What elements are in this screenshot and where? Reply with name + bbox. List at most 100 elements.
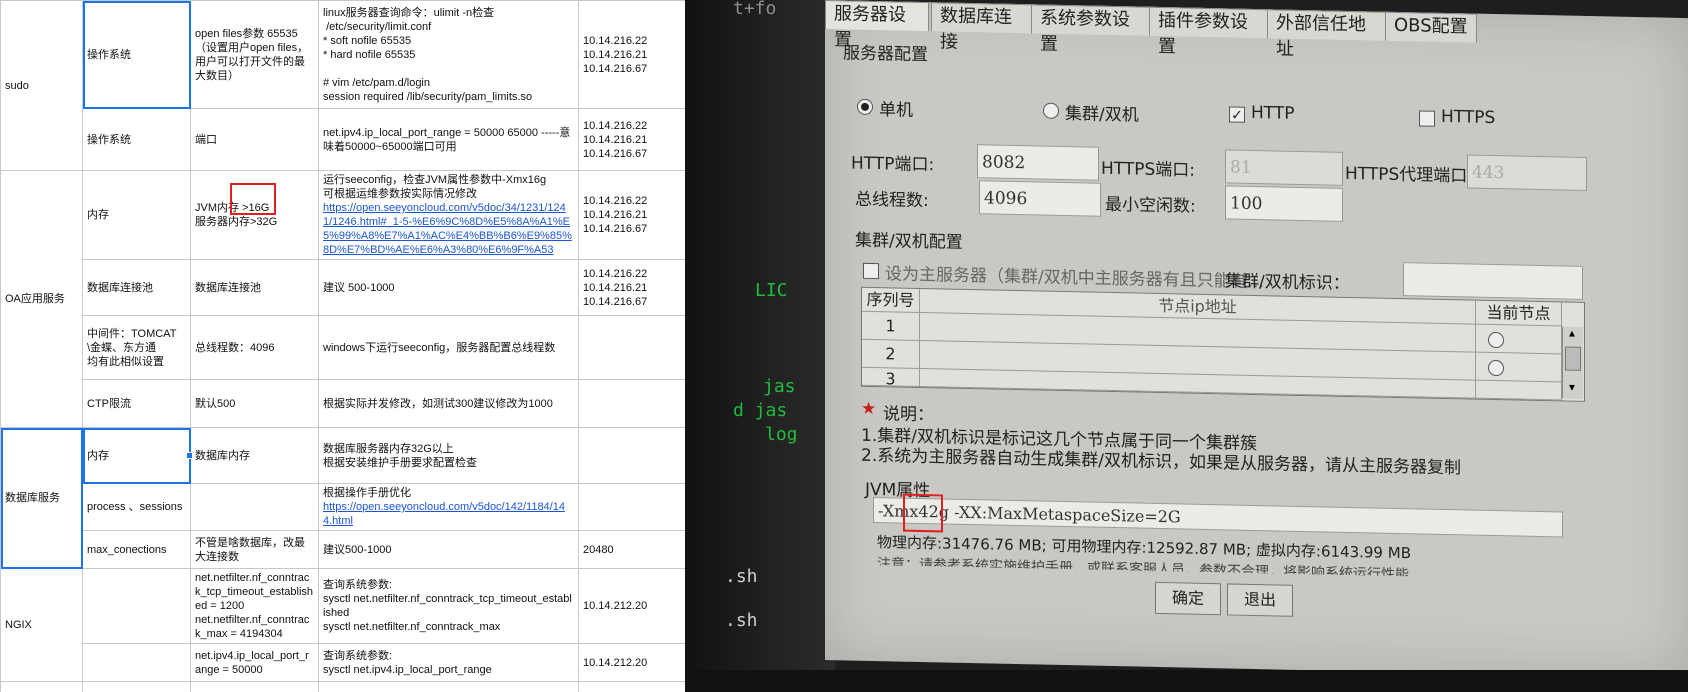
cell-ip[interactable]: 10.14.212.20 (578, 643, 685, 682)
cell-ip[interactable]: 10.14.216.22 10.14.216.21 10.14.216.67 (578, 0, 685, 109)
cell-desc[interactable]: linux服务器查询命令：ulimit -n检查 /etc/security/l… (318, 0, 579, 109)
desc-line: # vim /etc/pam.d/login (323, 76, 430, 89)
cell-empty[interactable] (578, 681, 685, 692)
cell-item[interactable]: 操作系统 (82, 0, 191, 109)
http-port-input[interactable]: 8082 (977, 144, 1099, 181)
cell-item[interactable] (82, 568, 191, 644)
cell-ip[interactable] (578, 379, 685, 428)
cell-item[interactable]: 中间件：TOMCAT\金蝶、东方通 均有此相似设置 (82, 315, 191, 380)
cell-desc[interactable]: 数据库服务器内存32G以上 根据安装维护手册要求配置检查 (318, 427, 579, 484)
cell-desc[interactable]: windows下运行seeconfig，服务器配置总线程数 (318, 315, 579, 380)
desc-line: 运行seeconfig，检查JVM属性参数中-Xmx16g (323, 174, 547, 186)
radio-current-node[interactable] (1488, 359, 1504, 377)
section-ngix[interactable]: NGIX (0, 568, 83, 682)
table-row-current[interactable] (1476, 380, 1562, 401)
tab-server-settings[interactable]: 服务器设置 (825, 0, 929, 51)
cell-param[interactable] (190, 483, 319, 531)
grid-scrollbar[interactable]: ▲ ▼ (1562, 326, 1583, 399)
radio-single-label: 单机 (879, 100, 913, 121)
column-header-current: 当前节点 (1476, 300, 1562, 327)
radio-cluster[interactable] (1043, 102, 1059, 119)
tab-obs-config[interactable]: OBS配置 (1385, 11, 1477, 43)
radio-single[interactable] (857, 98, 873, 116)
table-row-seq[interactable]: 3 (862, 367, 920, 388)
photo-server-settings: t+fo LIC jas d jas log .sh .sh 服务器设置 数据库… (685, 0, 1688, 692)
table-row-seq[interactable]: 1 (862, 311, 920, 341)
tab-trusted-addresses[interactable]: 外部信任地址 (1267, 9, 1389, 60)
checkbox-http-label: HTTP (1251, 102, 1295, 124)
cell-param[interactable]: 总线程数：4096 (190, 315, 319, 380)
group-title-server: 服务器配置 (843, 43, 928, 66)
cell-item[interactable]: 数据库连接池 (82, 259, 191, 316)
https-proxy-input[interactable]: 443 (1467, 154, 1587, 191)
checkbox-https[interactable] (1419, 110, 1435, 127)
min-idle-label: 最小空闲数: (1105, 194, 1196, 217)
checkbox-http[interactable]: ✓ (1229, 106, 1245, 123)
cell-desc[interactable]: 建议 500-1000 (318, 259, 579, 316)
cluster-id-input[interactable] (1403, 262, 1583, 300)
checkbox-master[interactable] (863, 262, 879, 280)
cell-param[interactable]: net.netfilter.nf_conntrack_tcp_timeout_e… (190, 568, 319, 644)
ok-button[interactable]: 确定 (1155, 581, 1221, 616)
cell-item[interactable]: max_conections (82, 530, 191, 569)
cell-desc[interactable]: 建议500-1000 (318, 530, 579, 569)
terminal-text: jas (763, 376, 796, 397)
table-row-current[interactable] (1476, 352, 1562, 383)
terminal-background (685, 0, 835, 692)
scroll-thumb[interactable] (1565, 346, 1581, 371)
tab-plugin-params[interactable]: 插件参数设置 (1149, 6, 1271, 57)
cell-empty[interactable] (190, 681, 319, 692)
terminal-text: .sh (725, 566, 758, 587)
section-db[interactable]: 数据库服务 (0, 427, 83, 569)
cell-ip[interactable]: 10.14.216.22 10.14.216.21 10.14.216.67 (578, 259, 685, 316)
threads-input[interactable]: 4096 (979, 180, 1101, 217)
cell-desc[interactable]: net.ipv4.ip_local_port_range = 50000 650… (318, 108, 579, 171)
table-row-seq[interactable]: 2 (862, 339, 920, 369)
radio-current-node[interactable] (1488, 331, 1504, 349)
cell-desc[interactable]: 运行seeconfig，检查JVM属性参数中-Xmx16g 可根据运维参数按实际… (318, 170, 579, 260)
table-row-current[interactable] (1476, 324, 1562, 355)
cell-param[interactable]: net.ipv4.ip_local_port_range = 50000 (190, 643, 319, 682)
exit-button[interactable]: 退出 (1227, 583, 1293, 617)
cell-item[interactable]: process 、sessions (82, 483, 191, 531)
cell-param[interactable]: 不管是啥数据库，改最大连接数 (190, 530, 319, 569)
cell-item[interactable] (82, 643, 191, 682)
cell-item[interactable]: CTP限流 (82, 379, 191, 428)
https-port-label: HTTPS端口: (1101, 158, 1196, 181)
cell-item[interactable]: 内存 (82, 170, 191, 260)
cell-desc[interactable]: 根据实际并发修改，如测试300建议修改为1000 (318, 379, 579, 428)
cell-desc[interactable]: 查询系统参数: sysctl net.ipv4.ip_local_port_ra… (318, 643, 579, 682)
jvm-args-input[interactable]: -Xmx42g -XX:MaxMetaspaceSize=2G (873, 497, 1563, 538)
section-oa[interactable]: OA应用服务 (0, 170, 83, 428)
cell-ip[interactable]: 10.14.216.22 10.14.216.21 10.14.216.67 (578, 170, 685, 260)
cell-empty[interactable] (82, 681, 191, 692)
cell-desc[interactable]: 查询系统参数: sysctl net.netfilter.nf_conntrac… (318, 568, 579, 644)
section-sudo[interactable]: sudo (0, 0, 83, 171)
cell-param[interactable]: 数据库连接池 (190, 259, 319, 316)
cell-empty[interactable] (0, 681, 83, 692)
cell-ip[interactable]: 20480 (578, 530, 685, 569)
cell-param[interactable]: 默认500 (190, 379, 319, 428)
doc-link[interactable]: https://open.seeyoncloud.com/v5doc/34/12… (323, 201, 574, 257)
scroll-down-icon[interactable]: ▼ (1567, 383, 1577, 394)
cell-param[interactable]: 数据库内存 (190, 427, 319, 484)
cell-ip[interactable] (578, 427, 685, 484)
cell-desc[interactable]: 根据操作手册优化 https://open.seeyoncloud.com/v5… (318, 483, 579, 531)
cell-item[interactable]: 操作系统 (82, 108, 191, 171)
min-idle-input[interactable]: 100 (1225, 185, 1343, 222)
tab-database-connection[interactable]: 数据库连接 (931, 2, 1035, 53)
cell-ip[interactable]: 10.14.212.20 (578, 568, 685, 644)
doc-link[interactable]: https://open.seeyoncloud.com/v5doc/142/1… (323, 500, 574, 528)
tab-system-params[interactable]: 系统参数设置 (1031, 4, 1153, 55)
scroll-up-icon[interactable]: ▲ (1567, 329, 1577, 340)
checkbox-master-label: 设为主服务器（集群/双机中主服务器有且只能有... (885, 264, 1264, 293)
cell-item[interactable]: 内存 (82, 427, 191, 484)
cell-param[interactable]: open files参数 65535 （设置用户open files，用户可以打… (190, 0, 319, 109)
cell-param[interactable]: 端口 (190, 108, 319, 171)
cell-empty[interactable] (318, 681, 579, 692)
cell-ip[interactable]: 10.14.216.22 10.14.216.21 10.14.216.67 (578, 108, 685, 171)
ip-line: 10.14.216.22 (583, 34, 648, 47)
https-port-input[interactable]: 81 (1225, 149, 1343, 186)
cell-ip[interactable] (578, 483, 685, 531)
cell-ip[interactable] (578, 315, 685, 380)
